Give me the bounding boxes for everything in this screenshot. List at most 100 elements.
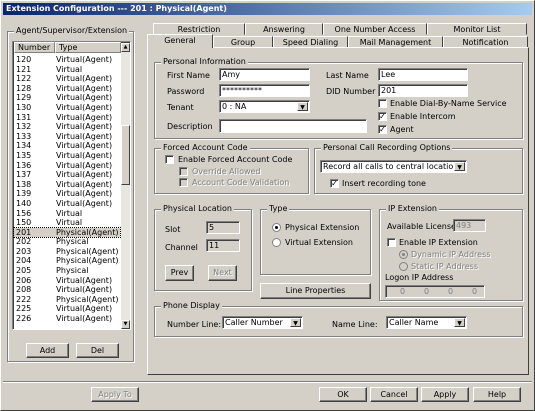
- list-item[interactable]: 222 Physical(Agent): [14, 295, 120, 305]
- channel-field[interactable]: 11: [206, 239, 240, 252]
- physical-extension-radio[interactable]: [272, 223, 281, 232]
- list-item[interactable]: 202 Physical: [14, 237, 120, 247]
- list-item[interactable]: 137 Virtual(Agent): [14, 170, 120, 180]
- enable-forced-account-label[interactable]: Enable Forced Account Code: [178, 155, 292, 164]
- apply-button[interactable]: Apply: [421, 387, 469, 402]
- row-number: 132: [16, 122, 32, 132]
- list-scrollbar[interactable]: ▲ ▼: [121, 43, 130, 329]
- virtual-extension-label[interactable]: Virtual Extension: [285, 238, 353, 247]
- apply-to-button[interactable]: Apply To: [91, 387, 139, 402]
- row-type: Virtual(Agent): [56, 304, 113, 314]
- list-item[interactable]: 130 Virtual(Agent): [14, 103, 120, 113]
- ok-button[interactable]: OK: [319, 387, 367, 402]
- physical-extension-label[interactable]: Physical Extension: [285, 223, 359, 232]
- chevron-down-icon[interactable]: ▼: [454, 162, 465, 171]
- enable-ip-extension-checkbox[interactable]: [387, 238, 396, 247]
- list-item[interactable]: 120 Virtual(Agent): [14, 55, 120, 65]
- list-item[interactable]: 225 Virtual(Agent): [14, 304, 120, 314]
- cancel-button[interactable]: Cancel: [370, 387, 418, 402]
- virtual-extension-radio[interactable]: [272, 238, 281, 247]
- description-field[interactable]: [219, 119, 367, 133]
- extension-list[interactable]: Number Type 120 Virtual(Agent) 121 Virtual 1…: [12, 41, 131, 330]
- password-field[interactable]: **********: [219, 84, 310, 97]
- available-license-label: Available License: [387, 222, 456, 231]
- dynamic-ip-radio[interactable]: [399, 250, 408, 259]
- list-item[interactable]: 132 Virtual(Agent): [14, 122, 120, 132]
- tab-one-number-access[interactable]: One Number Access: [323, 23, 427, 35]
- chevron-down-icon[interactable]: ▼: [290, 318, 301, 327]
- account-code-validation-label: Account Code Validation: [192, 178, 290, 187]
- dial-by-name-label[interactable]: Enable Dial-By-Name Service: [390, 99, 507, 108]
- recording-mode-value: Record all calls to central location: [323, 162, 459, 171]
- insert-recording-tone-checkbox[interactable]: ✓: [330, 179, 339, 188]
- help-button[interactable]: Help: [473, 387, 521, 402]
- list-item[interactable]: 201 Physical(Agent): [13, 226, 121, 239]
- name-line-select[interactable]: Caller Name ▼: [386, 316, 467, 329]
- list-item[interactable]: 121 Virtual: [14, 65, 120, 75]
- ip-octet-1: 0: [400, 287, 406, 296]
- dial-by-name-checkbox[interactable]: [378, 99, 387, 108]
- account-code-validation-checkbox[interactable]: [179, 178, 188, 187]
- enable-forced-account-checkbox[interactable]: [165, 155, 174, 164]
- recording-mode-select[interactable]: Record all calls to central location ▼: [320, 160, 467, 173]
- list-item[interactable]: 131 Virtual(Agent): [14, 113, 120, 123]
- type-label: Type: [267, 204, 290, 213]
- list-item[interactable]: 208 Virtual(Agent): [14, 285, 120, 295]
- agent-label[interactable]: Agent: [390, 125, 414, 134]
- list-item[interactable]: 136 Virtual(Agent): [14, 161, 120, 171]
- scroll-down-arrow-icon[interactable]: ▼: [121, 320, 130, 329]
- line-properties-button[interactable]: Line Properties: [260, 283, 371, 299]
- column-header-number[interactable]: Number: [14, 42, 55, 53]
- column-header-type[interactable]: Type: [55, 42, 121, 53]
- chevron-down-icon[interactable]: ▼: [297, 102, 308, 111]
- agent-checkbox[interactable]: ✓: [378, 125, 387, 134]
- static-ip-radio[interactable]: [399, 262, 408, 271]
- list-item[interactable]: 206 Virtual(Agent): [14, 276, 120, 286]
- insert-recording-tone-label[interactable]: Insert recording tone: [342, 179, 426, 188]
- list-item[interactable]: 156 Virtual: [14, 209, 120, 219]
- first-name-field[interactable]: Amy: [219, 68, 310, 81]
- row-type: Virtual(Agent): [56, 170, 113, 180]
- list-item[interactable]: 122 Virtual(Agent): [14, 74, 120, 84]
- row-type: Virtual(Agent): [56, 74, 113, 84]
- list-item[interactable]: 204 Physical(Agent): [14, 256, 120, 266]
- did-number-field[interactable]: 201: [378, 84, 468, 97]
- list-item[interactable]: 128 Virtual(Agent): [14, 84, 120, 94]
- last-name-field[interactable]: Lee: [378, 68, 468, 81]
- row-number: 205: [16, 266, 32, 276]
- row-type: Physical(Agent): [56, 256, 119, 266]
- scroll-up-arrow-icon[interactable]: ▲: [121, 43, 130, 52]
- list-item[interactable]: 138 Virtual(Agent): [14, 180, 120, 190]
- row-type: Virtual(Agent): [56, 55, 113, 64]
- row-number: 140: [16, 198, 32, 208]
- list-item[interactable]: 129 Virtual(Agent): [14, 93, 120, 103]
- row-number: 226: [16, 314, 32, 324]
- logon-ip-field[interactable]: 0 0 0 0: [385, 285, 485, 298]
- tab-general[interactable]: General: [147, 34, 213, 48]
- list-item[interactable]: 134 Virtual(Agent): [14, 141, 120, 151]
- list-item[interactable]: 205 Physical: [14, 266, 120, 276]
- list-item[interactable]: 139 Virtual(Agent): [14, 189, 120, 199]
- next-button[interactable]: Next: [208, 265, 237, 281]
- intercom-label[interactable]: Enable Intercom: [390, 112, 455, 121]
- override-allowed-checkbox[interactable]: [179, 167, 188, 176]
- del-button[interactable]: Del: [76, 343, 119, 358]
- enable-ip-extension-label[interactable]: Enable IP Extension: [399, 238, 478, 247]
- list-item[interactable]: 135 Virtual(Agent): [14, 151, 120, 161]
- chevron-down-icon[interactable]: ▼: [454, 318, 465, 327]
- prev-button[interactable]: Prev: [165, 265, 194, 281]
- tab-monitor-list[interactable]: Monitor List: [427, 23, 527, 35]
- slot-field[interactable]: 5: [206, 221, 240, 234]
- tenant-select[interactable]: 0 : NA ▼: [219, 100, 310, 113]
- add-button[interactable]: Add: [26, 343, 69, 358]
- number-line-select[interactable]: Caller Number ▼: [222, 316, 303, 329]
- tab-answering[interactable]: Answering: [245, 23, 323, 35]
- scroll-thumb[interactable]: [121, 125, 130, 185]
- intercom-checkbox[interactable]: ✓: [378, 112, 387, 121]
- list-item[interactable]: 226 Virtual(Agent): [14, 314, 120, 324]
- list-item[interactable]: 133 Virtual(Agent): [14, 132, 120, 142]
- list-item[interactable]: 140 Virtual(Agent): [14, 199, 120, 209]
- list-item[interactable]: 203 Physical(Agent): [14, 247, 120, 257]
- row-type: Virtual(Agent): [56, 179, 113, 189]
- list-item[interactable]: 150 Virtual: [14, 218, 120, 228]
